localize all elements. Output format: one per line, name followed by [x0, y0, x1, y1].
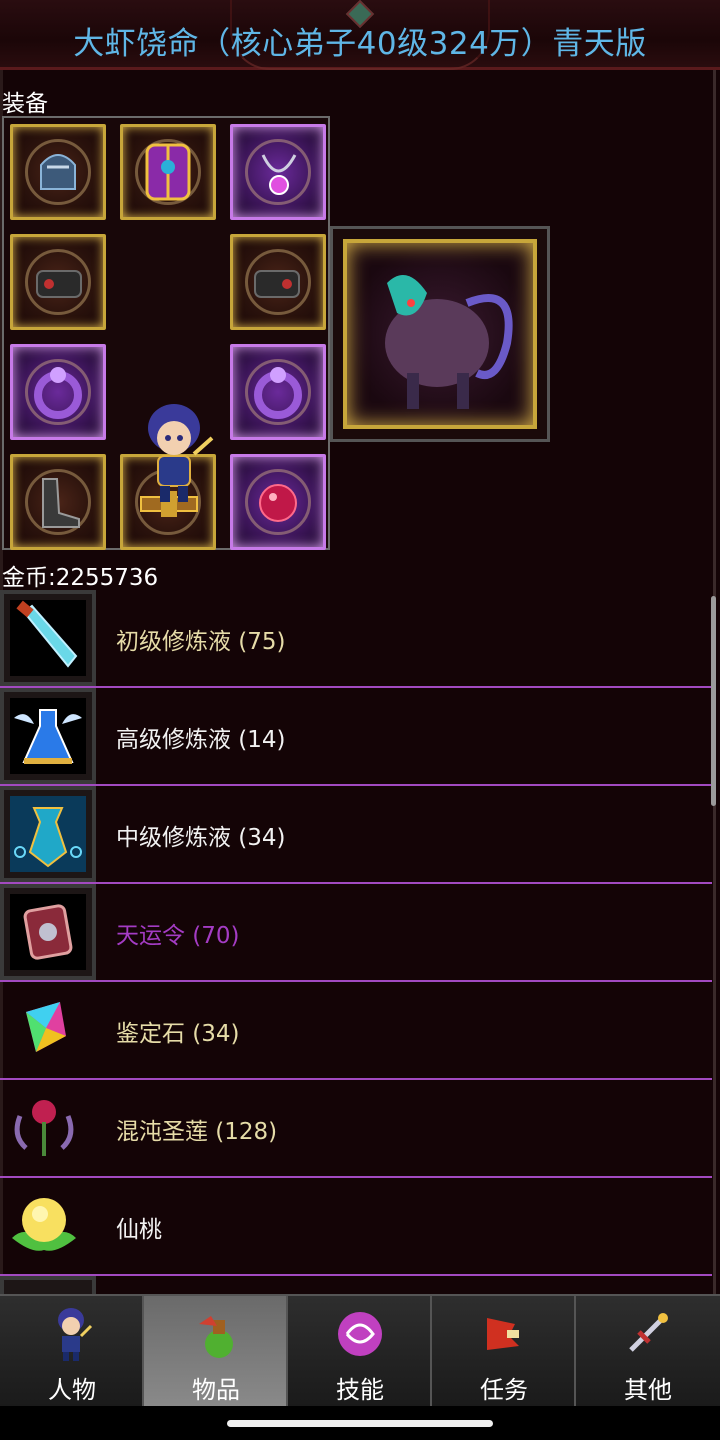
tab-label: 人物 — [48, 1376, 96, 1404]
equipment-label: 装备 — [2, 91, 48, 117]
item-thumbnail — [0, 1276, 96, 1294]
tab-label: 其他 — [624, 1376, 672, 1404]
winged-flask-icon — [14, 709, 82, 764]
list-item[interactable]: 中级修炼液 (34) — [0, 786, 712, 884]
page-title: 大虾饶命（核心弟子40级324万）青天版 — [73, 26, 647, 62]
bottom-tab-bar: 人物 物品 技能 任务 其他 — [0, 1294, 720, 1408]
inventory-screen: 大虾饶命（核心弟子40级324万）青天版 装备 金币:2255736 初级修炼液… — [0, 0, 720, 1440]
item-thumbnail — [0, 1080, 96, 1176]
ring-left-slot[interactable] — [10, 344, 106, 440]
gem-slot[interactable] — [230, 454, 326, 550]
rainbow-crystal-icon — [26, 1002, 66, 1052]
list-item[interactable]: 鉴定石 (34) — [0, 982, 712, 1080]
ornate-flask-icon — [14, 807, 82, 868]
helmet-slot[interactable] — [10, 124, 106, 220]
tab-quests[interactable]: 任务 — [432, 1296, 576, 1408]
tab-items[interactable]: 物品 — [144, 1296, 288, 1408]
item-name: 混沌圣莲 (128) — [116, 1119, 278, 1145]
gem-icon — [259, 484, 297, 522]
title-bar: 大虾饶命（核心弟子40级324万）青天版 — [0, 0, 720, 70]
necklace-slot[interactable] — [230, 124, 326, 220]
bracer-right-icon — [254, 270, 300, 298]
tab-label: 物品 — [192, 1376, 240, 1404]
boots-slot[interactable] — [10, 454, 106, 550]
potion-vial-icon — [16, 600, 78, 668]
tab-other[interactable]: 其他 — [576, 1296, 720, 1408]
ring-left-icon — [34, 367, 82, 419]
boots-icon — [42, 478, 80, 528]
bracer-right-slot[interactable] — [230, 234, 326, 330]
armor-slot[interactable] — [120, 124, 216, 220]
item-name: 高级修炼液 (14) — [116, 727, 286, 753]
item-thumbnail — [0, 884, 96, 980]
list-item[interactable]: 仙桃 — [0, 1178, 712, 1276]
item-name: 仙桃 — [116, 1217, 162, 1243]
item-name: 初级修炼液 (75) — [116, 629, 286, 655]
chaos-lotus-icon — [14, 1100, 74, 1156]
tab-label: 任务 — [480, 1376, 528, 1404]
beast-mount-icon — [385, 275, 513, 409]
item-name: 天运令 (70) — [116, 923, 240, 949]
item-thumbnail — [0, 1178, 96, 1274]
ring-right-icon — [254, 367, 302, 419]
item-thumbnail — [0, 590, 96, 686]
armor-icon — [145, 143, 191, 201]
item-name: 鉴定石 (34) — [116, 1021, 240, 1047]
mount-slot[interactable] — [330, 226, 550, 442]
item-name: 中级修炼液 (34) — [116, 825, 286, 851]
list-item[interactable]: 天运令 (70) — [0, 884, 712, 982]
skill-orb-icon — [338, 1312, 382, 1356]
helmet-icon — [40, 154, 76, 190]
item-thumbnail — [0, 982, 96, 1078]
bracer-left-icon — [36, 270, 82, 298]
ring-right-slot[interactable] — [230, 344, 326, 440]
potion-bag-icon — [199, 1316, 233, 1358]
tab-label: 技能 — [336, 1376, 384, 1404]
home-indicator[interactable] — [227, 1420, 493, 1427]
hero-avatar-icon — [148, 404, 214, 502]
item-thumbnail — [0, 688, 96, 784]
list-item[interactable]: 混沌圣莲 (128) — [0, 1080, 712, 1178]
tab-skills[interactable]: 技能 — [288, 1296, 432, 1408]
list-item[interactable]: 初级修炼液 (75) — [0, 590, 712, 688]
sword-icon — [629, 1313, 668, 1352]
list-scrollbar[interactable] — [711, 596, 716, 806]
item-thumbnail — [0, 786, 96, 882]
gold-amount: 金币:2255736 — [2, 565, 159, 591]
character-icon — [58, 1308, 93, 1361]
peach-icon — [12, 1198, 76, 1251]
equipment-panel — [2, 116, 330, 550]
token-icon — [23, 904, 73, 960]
list-item[interactable] — [0, 1276, 712, 1294]
bracer-left-slot[interactable] — [10, 234, 106, 330]
list-item[interactable]: 高级修炼液 (14) — [0, 688, 712, 786]
tab-character[interactable]: 人物 — [0, 1296, 144, 1408]
inventory-list: 初级修炼液 (75) 高级修炼液 (14) 中级修炼液 (34) 天运令 (70… — [0, 590, 712, 1294]
necklace-icon — [261, 154, 297, 195]
quest-flag-icon — [487, 1318, 519, 1350]
character-portrait — [134, 398, 224, 508]
